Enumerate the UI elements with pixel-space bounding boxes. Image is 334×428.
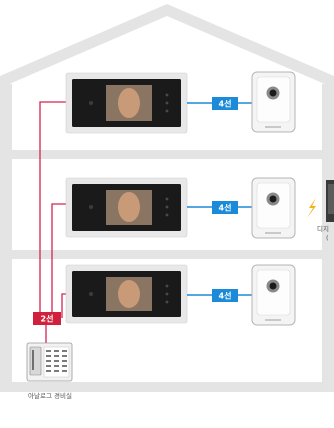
guard-wire-label: 2선 xyxy=(41,314,54,324)
floor-3: 4선 xyxy=(65,264,296,326)
door-camera xyxy=(251,71,296,133)
apartment-wiring-diagram: 4선 4선 디지 (4선 2선 아날로그 경비실 xyxy=(0,4,334,400)
video-monitor xyxy=(65,72,188,134)
wire-label: 4선 xyxy=(219,203,232,213)
spark-icon xyxy=(307,198,316,218)
house-left-wall xyxy=(0,84,12,384)
wire-label: 4선 xyxy=(219,99,232,109)
video-monitor xyxy=(65,177,188,238)
door-camera xyxy=(251,177,296,239)
wire-label: 4선 xyxy=(219,291,232,301)
floor-2: 4선 디지 ( xyxy=(65,177,334,242)
guard-wire-group xyxy=(39,101,68,345)
house-ground-slab xyxy=(0,382,334,392)
guard-wire-floor-2 xyxy=(51,203,68,318)
floor-1: 4선 xyxy=(65,71,296,134)
digital-device-partial xyxy=(326,180,334,222)
house-floor-slab-2 xyxy=(0,250,334,259)
guard-room-caption: 아날로그 경비실 xyxy=(28,391,72,400)
right-caption-line1: 디지 xyxy=(317,224,329,233)
guard-console-icon xyxy=(26,342,73,382)
door-camera xyxy=(251,264,296,326)
guard-wire-floor-1 xyxy=(39,101,68,318)
house-floor-slab-1 xyxy=(0,150,334,159)
video-monitor xyxy=(65,264,188,324)
